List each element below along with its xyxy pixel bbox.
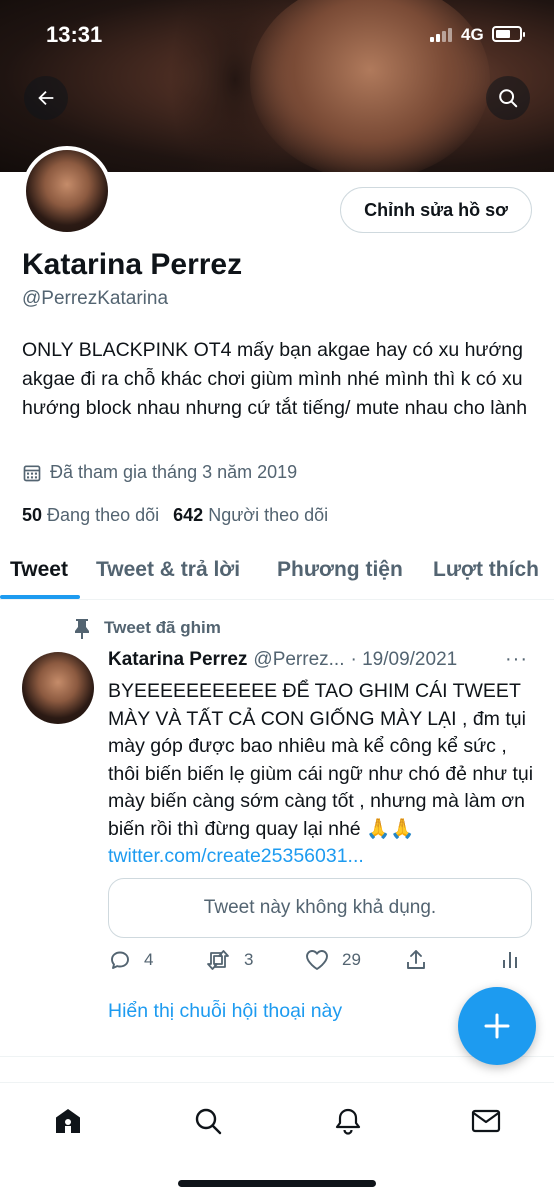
signal-icon: [430, 28, 454, 42]
profile-tabs: Tweet Tweet & trả lời Phương tiện Lượt t…: [0, 548, 554, 600]
compose-tweet-button[interactable]: [458, 987, 536, 1065]
nav-notifications[interactable]: [328, 1101, 368, 1141]
home-icon: [56, 1109, 80, 1133]
tab-tweets[interactable]: Tweet: [10, 558, 68, 582]
tweet-body: BYEEEEEEEEEEE ĐỂ TAO GHIM CÁI TWEET MÀY …: [108, 680, 534, 840]
following-count: 50: [22, 505, 43, 525]
reply-button[interactable]: 4: [108, 948, 153, 972]
search-button[interactable]: [486, 76, 530, 120]
retweet-count: 3: [244, 950, 254, 969]
status-bar: 13:31 4G: [0, 0, 554, 70]
pinned-label: Tweet đã ghim: [104, 618, 221, 637]
plus-icon: [484, 1013, 510, 1039]
tab-likes[interactable]: Lượt thích: [433, 558, 539, 582]
status-time: 13:31: [46, 22, 103, 47]
home-indicator: [178, 1180, 376, 1187]
reply-count: 4: [144, 950, 154, 969]
edit-profile-button[interactable]: Chỉnh sửa hồ sơ: [340, 187, 532, 233]
battery-icon: [492, 26, 525, 42]
heart-icon: [306, 950, 328, 970]
tweet-text: BYEEEEEEEEEEE ĐỂ TAO GHIM CÁI TWEET MÀY …: [108, 678, 538, 871]
following-link[interactable]: 50 Đang theo dõi: [22, 505, 159, 525]
pinned-label-row: Tweet đã ghim: [72, 617, 221, 639]
active-tab-indicator: [0, 595, 80, 599]
share-icon: [407, 950, 425, 969]
tweet-divider: [0, 1056, 554, 1057]
analytics-icon: [503, 952, 517, 968]
unavailable-tweet-card: Tweet này không khả dụng.: [108, 878, 532, 938]
nav-search[interactable]: [188, 1101, 228, 1141]
profile-joined: Đã tham gia tháng 3 năm 2019: [22, 462, 297, 483]
retweet-icon: [207, 950, 229, 970]
profile-name: Katarina Perrez: [22, 248, 243, 281]
followers-count: 642: [173, 505, 204, 525]
arrow-left-icon: [38, 90, 54, 106]
mail-icon: [471, 1109, 501, 1133]
network-type: 4G: [461, 25, 484, 44]
pin-icon: [75, 619, 89, 639]
unavailable-text: Tweet này không khả dụng.: [203, 897, 437, 918]
show-thread-link[interactable]: Hiển thị chuỗi hội thoại này: [108, 1000, 342, 1023]
profile-bio: ONLY BLACKPINK OT4 mấy bạn akgae hay có …: [22, 339, 528, 419]
tweet-author-name[interactable]: Katarina Perrez: [108, 649, 247, 671]
follow-stats: 50 Đang theo dõi 642 Người theo dõi: [22, 505, 328, 526]
nav-messages[interactable]: [466, 1101, 506, 1141]
bell-icon: [335, 1108, 361, 1135]
following-label: Đang theo dõi: [47, 505, 160, 525]
followers-label: Người theo dõi: [208, 505, 329, 525]
tweet-date[interactable]: · 19/09/2021: [351, 649, 458, 671]
tab-tweets-replies[interactable]: Tweet & trả lời: [96, 558, 240, 582]
followers-link[interactable]: 642 Người theo dõi: [173, 505, 328, 525]
nav-home[interactable]: [48, 1101, 88, 1141]
more-options-icon[interactable]: ···: [505, 648, 528, 671]
back-button[interactable]: [24, 76, 68, 120]
tweet-author-avatar[interactable]: [22, 652, 94, 724]
tab-media[interactable]: Phương tiện: [277, 558, 403, 582]
tweet-link[interactable]: twitter.com/create25356031...: [108, 845, 364, 867]
like-button[interactable]: 29: [304, 948, 361, 972]
tweet-header: Katarina Perrez @Perrez... · 19/09/2021: [108, 649, 457, 671]
share-button[interactable]: [404, 948, 428, 972]
retweet-button[interactable]: 3: [204, 948, 253, 972]
profile-handle: @PerrezKatarina: [22, 288, 169, 309]
analytics-button[interactable]: [500, 948, 522, 972]
profile-avatar[interactable]: [22, 146, 112, 236]
tweet-actions: 4 3 29: [108, 948, 524, 978]
search-icon: [499, 89, 518, 108]
joined-date: Đã tham gia tháng 3 năm 2019: [50, 462, 298, 482]
like-count: 29: [342, 950, 361, 969]
reply-icon: [111, 951, 129, 969]
search-icon: [195, 1108, 222, 1135]
tweet-author-handle: @Perrez...: [253, 649, 345, 670]
calendar-icon: [23, 465, 41, 481]
